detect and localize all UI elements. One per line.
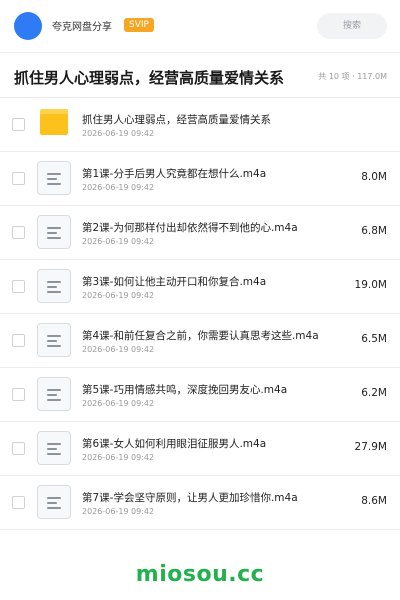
share-header: 夸克网盘分享 SVIP 搜索 (0, 0, 400, 52)
folder-title-bar: 抓住男人心理弱点，经营高质量爱情关系 共 10 项 · 117.0M (0, 52, 400, 98)
file-list: 抓住男人心理弱点，经营高质量爱情关系 2026-06-19 09:42 第1课-… (0, 98, 400, 530)
item-name: 第6课-女人如何利用眼泪征服男人.m4a (82, 438, 267, 450)
audio-file-icon (37, 161, 71, 195)
item-size: 19.0M (354, 279, 387, 291)
select-checkbox[interactable] (12, 118, 25, 131)
item-name: 第7课-学会坚守原则，让男人更加珍惜你.m4a (82, 492, 298, 504)
item-size: 27.9M (354, 441, 387, 453)
item-name: 第2课-为何那样付出却依然得不到他的心.m4a (82, 222, 298, 234)
item-date: 2026-06-19 09:42 (82, 129, 155, 138)
search-input[interactable]: 搜索 (317, 13, 387, 39)
folder-icon (40, 109, 68, 135)
item-date: 2026-06-19 09:42 (82, 183, 155, 192)
item-date: 2026-06-19 09:42 (82, 237, 155, 246)
item-name: 第1课-分手后男人究竟都在想什么.m4a (82, 168, 267, 180)
avatar[interactable] (14, 12, 42, 40)
item-date: 2026-06-19 09:42 (82, 291, 155, 300)
audio-file-icon (37, 377, 71, 411)
select-checkbox[interactable] (12, 442, 25, 455)
list-item-folder[interactable]: 抓住男人心理弱点，经营高质量爱情关系 2026-06-19 09:42 (0, 98, 400, 152)
item-name: 第3课-如何让他主动开口和你复合.m4a (82, 276, 267, 288)
select-checkbox[interactable] (12, 226, 25, 239)
select-checkbox[interactable] (12, 388, 25, 401)
select-checkbox[interactable] (12, 172, 25, 185)
audio-file-icon (37, 485, 71, 519)
item-date: 2026-06-19 09:42 (82, 399, 155, 408)
item-name: 第4课-和前任复合之前，你需要认真思考这些.m4a (82, 330, 319, 342)
item-size: 8.0M (361, 171, 387, 183)
item-date: 2026-06-19 09:42 (82, 453, 155, 462)
item-name: 第5课-巧用情感共鸣，深度挽回男友心.m4a (82, 384, 288, 396)
item-size: 6.2M (361, 387, 387, 399)
item-date: 2026-06-19 09:42 (82, 507, 155, 516)
audio-file-icon (37, 215, 71, 249)
list-item[interactable]: 第5课-巧用情感共鸣，深度挽回男友心.m4a 2026-06-19 09:42 … (0, 368, 400, 422)
select-checkbox[interactable] (12, 334, 25, 347)
audio-file-icon (37, 269, 71, 303)
folder-summary: 共 10 项 · 117.0M (318, 72, 387, 81)
share-owner-name: 夸克网盘分享 (52, 22, 112, 33)
list-item[interactable]: 第2课-为何那样付出却依然得不到他的心.m4a 2026-06-19 09:42… (0, 206, 400, 260)
audio-file-icon (37, 323, 71, 357)
item-name: 抓住男人心理弱点，经营高质量爱情关系 (82, 114, 271, 126)
list-item[interactable]: 第6课-女人如何利用眼泪征服男人.m4a 2026-06-19 09:42 27… (0, 422, 400, 476)
item-size: 6.5M (361, 333, 387, 345)
item-size: 6.8M (361, 225, 387, 237)
list-item[interactable]: 第3课-如何让他主动开口和你复合.m4a 2026-06-19 09:42 19… (0, 260, 400, 314)
watermark: miosou.cc (135, 562, 265, 587)
select-checkbox[interactable] (12, 496, 25, 509)
select-checkbox[interactable] (12, 280, 25, 293)
item-date: 2026-06-19 09:42 (82, 345, 155, 354)
svip-badge: SVIP (124, 18, 154, 32)
list-item[interactable]: 第4课-和前任复合之前，你需要认真思考这些.m4a 2026-06-19 09:… (0, 314, 400, 368)
audio-file-icon (37, 431, 71, 465)
page-title: 抓住男人心理弱点，经营高质量爱情关系 (14, 69, 285, 87)
list-item[interactable]: 第1课-分手后男人究竟都在想什么.m4a 2026-06-19 09:42 8.… (0, 152, 400, 206)
item-size: 8.6M (361, 495, 387, 507)
list-item[interactable]: 第7课-学会坚守原则，让男人更加珍惜你.m4a 2026-06-19 09:42… (0, 476, 400, 530)
